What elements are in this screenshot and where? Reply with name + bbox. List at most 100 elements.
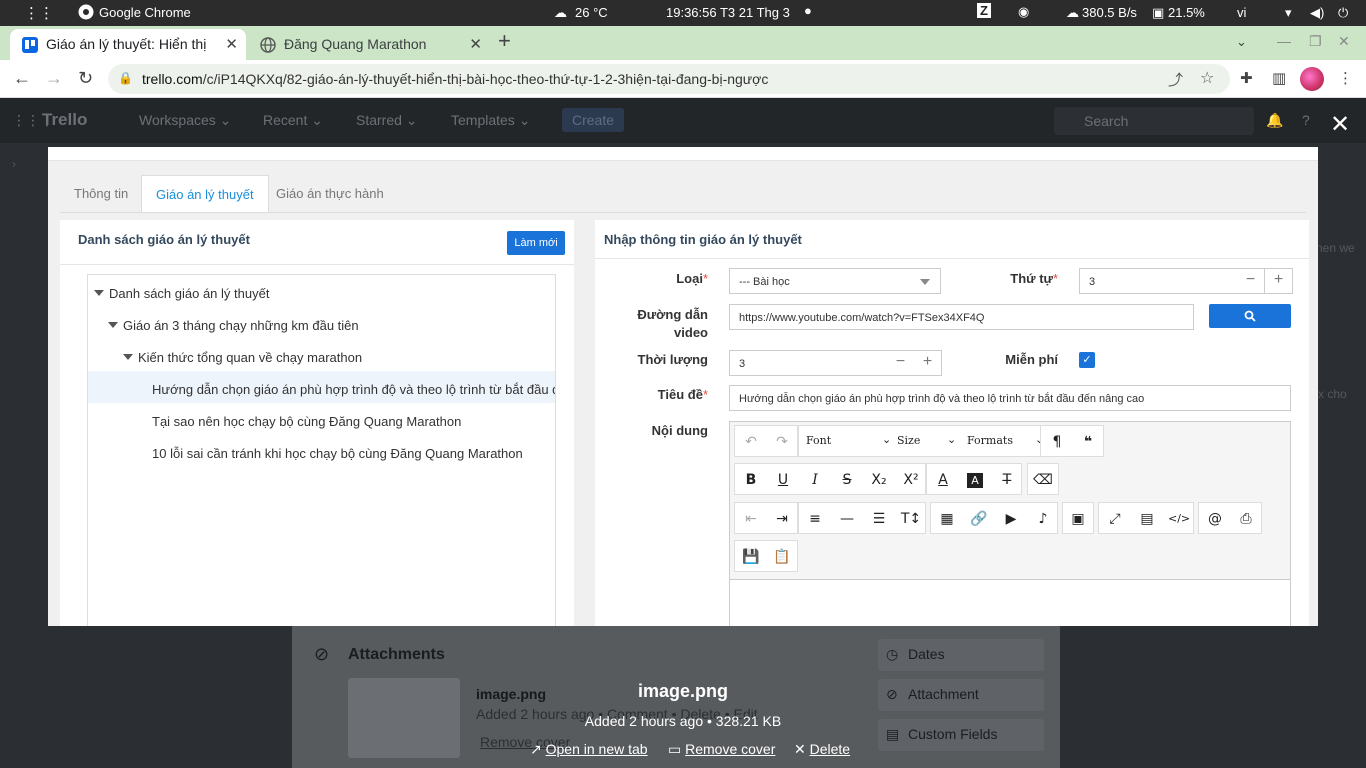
minimize-icon[interactable]: — [1277,33,1291,49]
duration-input[interactable]: 3 [729,350,888,376]
bold-icon[interactable]: B [740,470,762,490]
close-overlay-icon[interactable]: ✕ [1330,110,1350,139]
line-height-icon[interactable]: T↕ [900,509,922,529]
indent-icon[interactable]: ⇥ [771,509,793,529]
link-icon[interactable]: 🔗 [968,509,990,529]
blockquote-icon[interactable]: ❝ [1077,432,1099,452]
mention-icon[interactable]: @ [1204,509,1226,529]
save-icon[interactable]: 💾 [740,547,762,567]
notification-icon[interactable]: 🔔 [1266,112,1283,129]
trello-search-input[interactable]: Search [1054,107,1254,135]
superscript-icon[interactable]: X² [900,470,922,490]
type-select[interactable]: --- Bài học [729,268,941,294]
nav-recent[interactable]: Recent ⌄ [263,112,323,129]
subscript-icon[interactable]: X₂ [868,470,890,490]
create-button[interactable]: Create [562,108,625,132]
table-icon[interactable]: ▦ [936,509,958,529]
profile-avatar[interactable] [1300,67,1324,91]
italic-icon[interactable]: I [804,470,826,490]
wifi-icon[interactable]: ▾ [1285,5,1292,21]
address-bar[interactable]: 🔒 trello.com/c/iP14QKXq/82-giáo-án-lý-th… [108,64,1230,94]
os-clock[interactable]: 19:36:56 T3 21 Thg 3 [666,5,790,20]
tree-node-topic[interactable]: Kiến thức tổng quan về chạy marathon [123,350,362,365]
increment-button[interactable]: + [914,350,942,376]
title-input[interactable]: Hướng dẫn chọn giáo án phù hợp trình độ … [729,385,1291,411]
bookmark-star-icon[interactable]: ☆ [1200,68,1214,88]
expand-caret-icon[interactable] [94,290,104,296]
editor-content-area[interactable] [730,580,1290,626]
strikethrough-icon[interactable]: S [836,470,858,490]
chrome-menu-icon[interactable]: ⋮ [1338,69,1353,87]
app-grid-icon[interactable]: ⋮⋮ [24,4,54,22]
browser-tab[interactable]: Đăng Quang Marathon ✕ [248,29,490,60]
horizontal-rule-icon[interactable]: — [836,509,858,529]
tree-node-root[interactable]: Danh sách giáo án lý thuyết [94,286,269,301]
close-tab-icon[interactable]: ✕ [221,35,238,53]
template-icon[interactable]: 📋 [771,547,793,567]
lock-icon[interactable]: 🔒 [118,71,133,85]
power-icon[interactable]: ⏻ [1338,5,1348,21]
extensions-icon[interactable]: ✚ [1240,69,1253,87]
video-icon[interactable]: ▶ [1000,509,1022,529]
dates-button[interactable]: ◷ Dates [878,639,1044,671]
back-icon[interactable]: ← [13,68,31,89]
tab-theory-lessons[interactable]: Giáo án lý thuyết [141,175,269,213]
order-input[interactable]: 3 [1079,268,1238,294]
increment-button[interactable]: + [1265,268,1293,294]
expand-caret-icon[interactable] [123,354,133,360]
video-search-button[interactable] [1209,304,1291,328]
os-lang[interactable]: vi [1237,5,1246,20]
nav-starred[interactable]: Starred ⌄ [356,112,418,129]
code-view-icon[interactable]: </> [1168,509,1190,529]
share-icon[interactable]: ⤴ [1168,69,1183,90]
tab-practice-lessons[interactable]: Giáo án thực hành [262,175,398,213]
tab-info[interactable]: Thông tin [60,175,142,213]
side-panel-icon[interactable]: ▥ [1272,69,1286,87]
forward-icon[interactable]: → [45,68,63,89]
tree-node-plan[interactable]: Giáo án 3 tháng chạy những km đầu tiên [108,318,359,333]
paragraph-icon[interactable]: ¶ [1046,432,1068,452]
align-icon[interactable]: ≡ [804,509,826,529]
sidebar-toggle-icon[interactable]: › [12,157,16,171]
remove-cover-link[interactable]: ▭ Remove cover [668,741,775,758]
reload-icon[interactable]: ↻ [78,68,93,89]
open-new-tab-link[interactable]: ↗ Open in new tab [530,741,648,758]
formats-dropdown[interactable]: Formats⌄ [967,433,1045,447]
print-icon[interactable]: ⎙ [1235,509,1257,529]
size-dropdown[interactable]: Size ⌄ [897,433,959,447]
delete-link[interactable]: ✕ Delete [794,741,850,758]
eraser-icon[interactable]: ⌫ [1032,470,1054,490]
audio-icon[interactable]: ♪ [1032,509,1054,529]
expand-caret-icon[interactable] [108,322,118,328]
tree-node-lesson[interactable]: Tại sao nên học chạy bộ cùng Đăng Quang … [152,414,461,429]
font-dropdown[interactable]: Font ⌄ [806,433,892,447]
select-chevron-icon[interactable] [920,279,930,285]
video-url-input[interactable]: https://www.youtube.com/watch?v=FTSex34X… [729,304,1194,330]
tree-node-lesson-selected[interactable]: Hướng dẫn chọn giáo án phù hợp trình độ … [152,382,555,397]
tab-search-chevron-icon[interactable]: ⌄ [1236,34,1247,50]
volume-icon[interactable]: ◀) [1310,5,1324,21]
image-icon[interactable]: ▣ [1067,509,1089,529]
browser-tab-active[interactable]: Giáo án lý thuyết: Hiển thị ✕ [10,29,246,60]
underline-icon[interactable]: U [772,470,794,490]
trello-logo[interactable]: Trello [42,110,87,130]
tree-node-lesson[interactable]: 10 lỗi sai cần tránh khi học chạy bộ cùn… [152,446,523,461]
sync-icon[interactable]: ◉ [1018,4,1029,20]
decrement-button[interactable]: − [1237,268,1265,294]
ordered-list-icon[interactable]: ☰ [868,509,890,529]
window-close-icon[interactable]: ✕ [1338,33,1350,50]
close-tab-icon[interactable]: ✕ [469,35,482,53]
outdent-icon[interactable]: ⇤ [740,509,762,529]
nav-templates[interactable]: Templates ⌄ [451,112,530,129]
show-blocks-icon[interactable]: ▤ [1136,509,1158,529]
redo-icon[interactable]: ↷ [771,432,793,452]
nav-workspaces[interactable]: Workspaces ⌄ [139,112,231,129]
free-checkbox[interactable]: ✓ [1079,352,1095,368]
fullscreen-icon[interactable]: ⤢ [1104,509,1126,529]
refresh-button[interactable]: Làm mới [507,231,565,255]
z-app-icon[interactable]: Z [977,3,991,18]
url-text[interactable]: trello.com/c/iP14QKXq/82-giáo-án-lý-thuy… [142,71,768,87]
background-color-icon[interactable]: A [967,473,983,488]
clear-format-icon[interactable]: T̶ [996,470,1018,490]
new-tab-button[interactable]: + [498,28,511,54]
